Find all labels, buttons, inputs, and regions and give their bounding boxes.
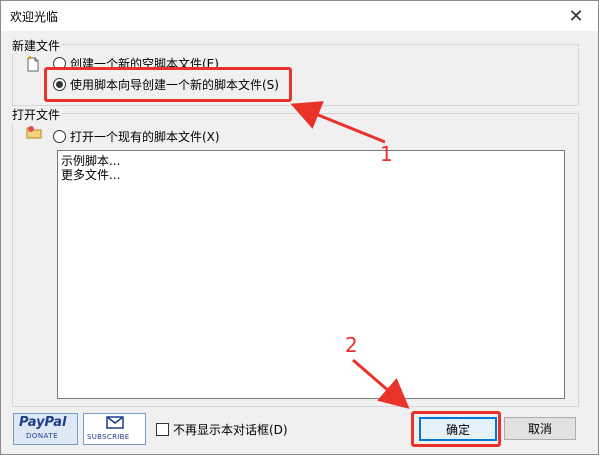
open-folder-icon <box>26 125 42 142</box>
annotation-number-2: 2 <box>345 333 358 357</box>
open-existing-radio[interactable] <box>53 130 66 143</box>
dont-show-again-label: 不再显示本对话框(D) <box>173 423 288 437</box>
new-file-group-label: 新建文件 <box>10 37 63 54</box>
new-file-icon <box>26 56 40 75</box>
dont-show-again-checkbox[interactable] <box>156 423 169 436</box>
paypal-logo: PayPal <box>19 415 67 430</box>
subscribe-caption: SUBSCRIBE <box>87 433 130 441</box>
annotation-highlight-wizard <box>44 67 292 102</box>
annotation-number-1: 1 <box>380 142 393 166</box>
cancel-label: 取消 <box>527 422 552 436</box>
window-title: 欢迎光临 <box>10 10 59 24</box>
envelope-icon <box>106 416 124 432</box>
close-button[interactable]: ✕ <box>556 1 596 31</box>
cancel-button[interactable]: 取消 <box>504 417 576 440</box>
open-existing-label: 打开一个现有的脚本文件(X) <box>70 130 220 144</box>
annotation-highlight-ok <box>411 411 501 447</box>
paypal-donate-button[interactable]: PayPal DONATE <box>13 413 78 445</box>
recent-files-list[interactable]: 示例脚本... 更多文件... <box>57 150 565 399</box>
paypal-caption: DONATE <box>26 432 59 440</box>
dont-show-again-option[interactable]: 不再显示本对话框(D) <box>156 421 288 438</box>
subscribe-button[interactable]: SUBSCRIBE <box>83 413 146 445</box>
open-existing-option[interactable]: 打开一个现有的脚本文件(X) <box>53 128 220 145</box>
list-item[interactable]: 更多文件... <box>61 166 120 183</box>
title-bar: 欢迎光临 ✕ <box>1 1 598 31</box>
close-icon: ✕ <box>568 5 584 27</box>
open-file-group-label: 打开文件 <box>10 106 63 123</box>
